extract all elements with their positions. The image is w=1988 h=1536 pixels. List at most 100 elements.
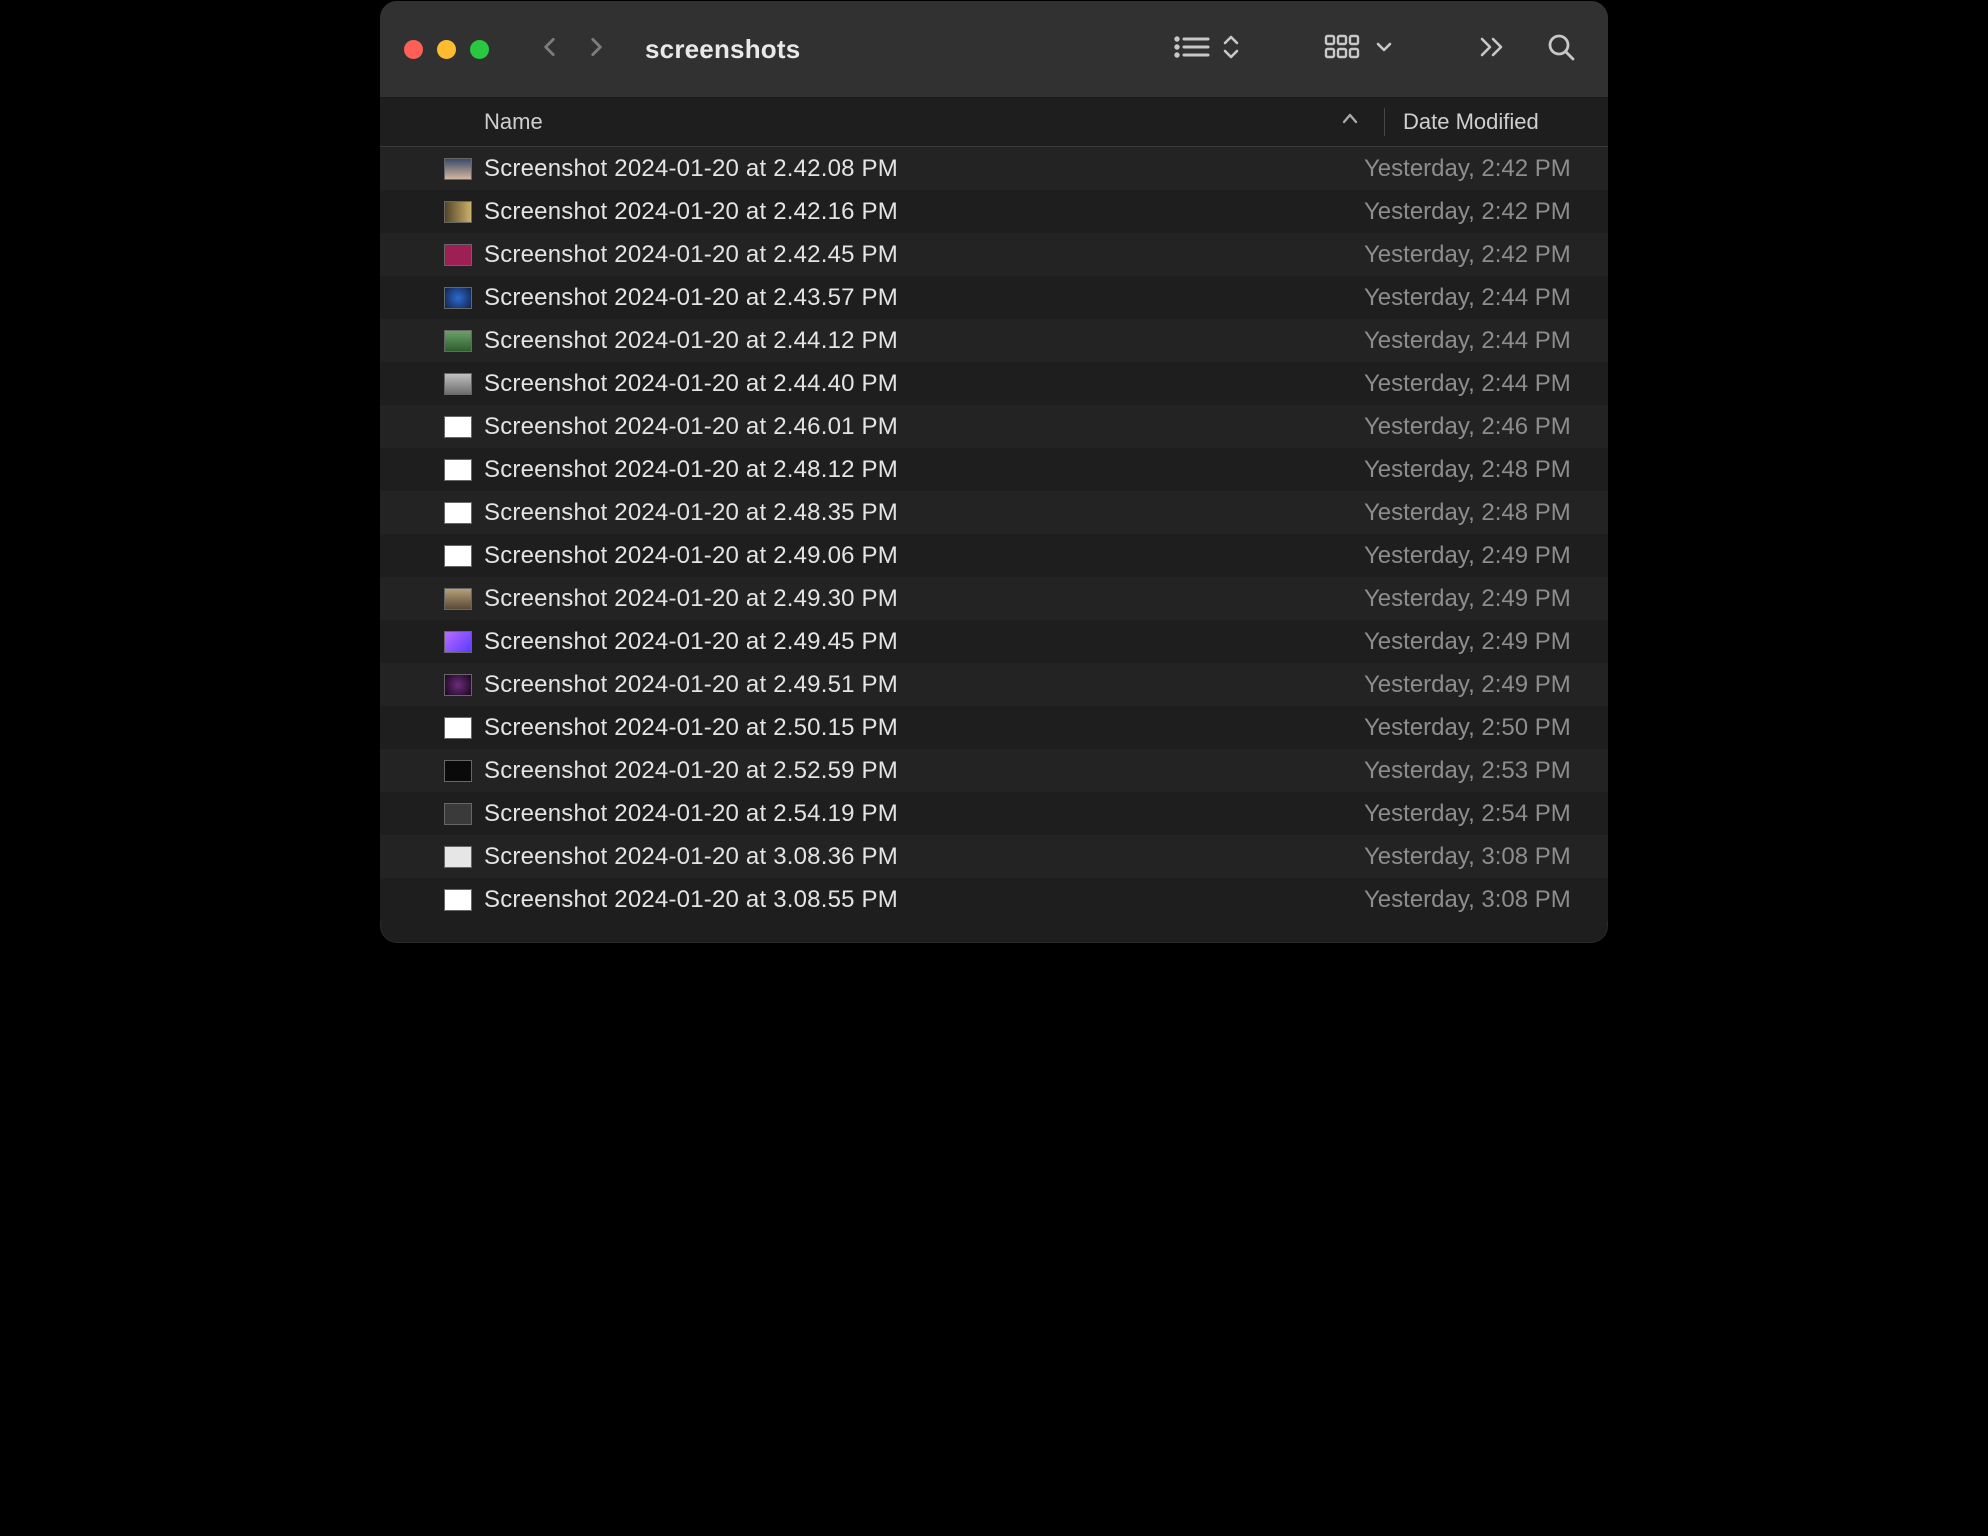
table-row[interactable]: Screenshot 2024-01-20 at 3.08.55 PM Yeste… <box>380 878 1608 921</box>
window-controls <box>404 40 489 59</box>
table-row[interactable]: Screenshot 2024-01-20 at 2.42.16 PM Yeste… <box>380 190 1608 233</box>
table-row[interactable]: Screenshot 2024-01-20 at 2.49.06 PM Yeste… <box>380 534 1608 577</box>
file-name-label: Screenshot 2024-01-20 at 2.42.16 PM <box>484 198 898 226</box>
group-by-button[interactable] <box>1316 26 1402 73</box>
file-name-label: Screenshot 2024-01-20 at 2.43.57 PM <box>484 284 898 312</box>
file-thumbnail-icon <box>444 846 472 868</box>
table-row[interactable]: Screenshot 2024-01-20 at 2.44.40 PM Yeste… <box>380 362 1608 405</box>
column-header: Name Date Modified <box>380 98 1608 147</box>
search-button[interactable] <box>1538 26 1584 73</box>
table-row[interactable]: Screenshot 2024-01-20 at 2.49.30 PMYeste… <box>380 577 1608 620</box>
file-date-cell: Yesterday, 2:42 PM <box>1344 198 1571 226</box>
table-row[interactable]: Screenshot 2024-01-20 at 2.46.01 PMYeste… <box>380 405 1608 448</box>
file-name-label: Screenshot 2024-01-20 at 2.42.08 PM <box>484 155 898 183</box>
file-date-cell: Yesterday, 3:08 PM <box>1344 886 1571 914</box>
table-row[interactable]: Screenshot 2024-01-20 at 2.54.19 PM Yeste… <box>380 792 1608 835</box>
table-row[interactable]: Screenshot 2024-01-20 at 2.50.15 PM Yeste… <box>380 706 1608 749</box>
file-date-cell: Yesterday, 2:49 PM <box>1344 671 1571 699</box>
file-date-cell: Yesterday, 2:42 PM <box>1344 155 1571 183</box>
table-row[interactable]: Screenshot 2024-01-20 at 2.49.51 PM Yeste… <box>380 663 1608 706</box>
file-name-cell: Screenshot 2024-01-20 at 2.43.57 PM <box>380 284 1344 312</box>
table-row[interactable]: Screenshot 2024-01-20 at 2.48.12 PM Yeste… <box>380 448 1608 491</box>
file-thumbnail-icon <box>444 674 472 696</box>
column-header-name[interactable]: Name <box>380 109 1384 135</box>
table-row[interactable]: Screenshot 2024-01-20 at 2.49.45 PM Yeste… <box>380 620 1608 663</box>
list-icon <box>1172 32 1212 67</box>
table-row[interactable]: Screenshot 2024-01-20 at 2.44.12 PMYeste… <box>380 319 1608 362</box>
zoom-window-button[interactable] <box>470 40 489 59</box>
file-date-cell: Yesterday, 2:49 PM <box>1344 542 1571 570</box>
file-name-cell: Screenshot 2024-01-20 at 2.49.45 PM <box>380 628 1344 656</box>
table-row[interactable]: Screenshot 2024-01-20 at 2.43.57 PM Yeste… <box>380 276 1608 319</box>
search-icon <box>1546 32 1576 67</box>
file-thumbnail-icon <box>444 803 472 825</box>
view-list-button[interactable] <box>1164 26 1248 73</box>
file-date-cell: Yesterday, 2:54 PM <box>1344 800 1571 828</box>
back-button[interactable] <box>537 34 563 65</box>
table-row[interactable]: Screenshot 2024-01-20 at 2.42.45 PM Yeste… <box>380 233 1608 276</box>
file-name-label: Screenshot 2024-01-20 at 3.08.55 PM <box>484 886 898 914</box>
forward-button[interactable] <box>583 34 609 65</box>
minimize-window-button[interactable] <box>437 40 456 59</box>
file-name-label: Screenshot 2024-01-20 at 2.42.45 PM <box>484 241 898 269</box>
file-thumbnail-icon <box>444 373 472 395</box>
file-name-label: Screenshot 2024-01-20 at 3.08.36 PM <box>484 843 898 871</box>
file-thumbnail-icon <box>444 459 472 481</box>
file-name-label: Screenshot 2024-01-20 at 2.49.06 PM <box>484 542 898 570</box>
file-name-label: Screenshot 2024-01-20 at 2.44.40 PM <box>484 370 898 398</box>
file-date-cell: Yesterday, 2:53 PM <box>1344 757 1571 785</box>
file-thumbnail-icon <box>444 760 472 782</box>
file-name-label: Screenshot 2024-01-20 at 2.48.12 PM <box>484 456 898 484</box>
file-thumbnail-icon <box>444 717 472 739</box>
file-date-cell: Yesterday, 2:44 PM <box>1344 370 1571 398</box>
window-title: screenshots <box>645 34 800 65</box>
file-date-cell: Yesterday, 2:42 PM <box>1344 241 1571 269</box>
file-name-cell: Screenshot 2024-01-20 at 2.49.06 PM <box>380 542 1344 570</box>
column-header-date-label: Date Modified <box>1403 109 1539 134</box>
file-name-cell: Screenshot 2024-01-20 at 2.42.45 PM <box>380 241 1344 269</box>
grid-icon <box>1324 32 1364 67</box>
toolbar: screenshots <box>380 1 1608 98</box>
file-name-cell: Screenshot 2024-01-20 at 3.08.55 PM <box>380 886 1344 914</box>
file-name-cell: Screenshot 2024-01-20 at 2.50.15 PM <box>380 714 1344 742</box>
file-name-cell: Screenshot 2024-01-20 at 2.44.12 PM <box>380 327 1344 355</box>
file-name-label: Screenshot 2024-01-20 at 2.49.45 PM <box>484 628 898 656</box>
file-name-label: Screenshot 2024-01-20 at 2.52.59 PM <box>484 757 898 785</box>
file-thumbnail-icon <box>444 889 472 911</box>
table-row[interactable]: Screenshot 2024-01-20 at 3.08.36 PMYeste… <box>380 835 1608 878</box>
file-date-cell: Yesterday, 2:50 PM <box>1344 714 1571 742</box>
table-row[interactable]: Screenshot 2024-01-20 at 2.42.08 PM Yeste… <box>380 147 1608 190</box>
file-thumbnail-icon <box>444 244 472 266</box>
file-name-cell: Screenshot 2024-01-20 at 2.44.40 PM <box>380 370 1344 398</box>
file-name-label: Screenshot 2024-01-20 at 2.54.19 PM <box>484 800 898 828</box>
table-row[interactable]: Screenshot 2024-01-20 at 2.48.35 PMYeste… <box>380 491 1608 534</box>
close-window-button[interactable] <box>404 40 423 59</box>
file-date-cell: Yesterday, 2:48 PM <box>1344 456 1571 484</box>
finder-window: screenshots <box>379 0 1609 944</box>
file-name-label: Screenshot 2024-01-20 at 2.49.51 PM <box>484 671 898 699</box>
file-date-cell: Yesterday, 2:49 PM <box>1344 585 1571 613</box>
more-toolbar-items-button[interactable] <box>1470 28 1516 71</box>
sort-asc-icon <box>1340 109 1360 135</box>
file-thumbnail-icon <box>444 201 472 223</box>
column-header-name-label: Name <box>484 109 543 135</box>
file-name-label: Screenshot 2024-01-20 at 2.48.35 PM <box>484 499 898 527</box>
table-row[interactable]: Screenshot 2024-01-20 at 2.52.59 PM Yeste… <box>380 749 1608 792</box>
updown-chevron-icon <box>1222 32 1240 67</box>
file-list[interactable]: Screenshot 2024-01-20 at 2.42.08 PM Yeste… <box>380 147 1608 943</box>
file-name-cell: Screenshot 2024-01-20 at 2.42.16 PM <box>380 198 1344 226</box>
nav-buttons <box>537 34 609 65</box>
file-thumbnail-icon <box>444 158 472 180</box>
file-thumbnail-icon <box>444 287 472 309</box>
file-name-label: Screenshot 2024-01-20 at 2.50.15 PM <box>484 714 898 742</box>
file-name-cell: Screenshot 2024-01-20 at 2.49.51 PM <box>380 671 1344 699</box>
file-thumbnail-icon <box>444 416 472 438</box>
file-date-cell: Yesterday, 2:46 PM <box>1344 413 1571 441</box>
file-name-cell: Screenshot 2024-01-20 at 2.42.08 PM <box>380 155 1344 183</box>
file-date-cell: Yesterday, 2:44 PM <box>1344 284 1571 312</box>
file-thumbnail-icon <box>444 545 472 567</box>
file-name-cell: Screenshot 2024-01-20 at 2.54.19 PM <box>380 800 1344 828</box>
file-thumbnail-icon <box>444 631 472 653</box>
column-header-date[interactable]: Date Modified <box>1385 109 1539 135</box>
file-date-cell: Yesterday, 2:49 PM <box>1344 628 1571 656</box>
